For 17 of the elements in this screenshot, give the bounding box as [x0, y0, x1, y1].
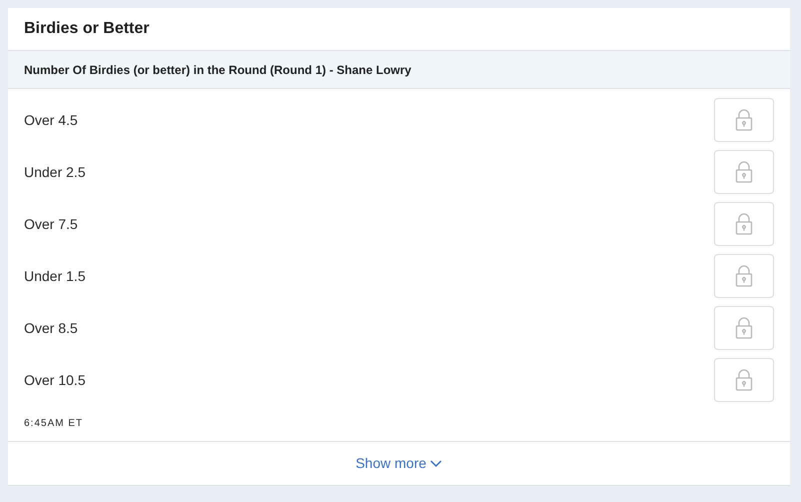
padlock-icon — [735, 265, 753, 287]
option-label: Under 1.5 — [24, 266, 86, 286]
start-time: 6:45AM ET — [24, 417, 84, 431]
card-title: Birdies or Better — [24, 19, 150, 39]
padlock-icon — [735, 213, 753, 235]
padlock-icon — [735, 369, 753, 391]
market-title: Number Of Birdies (or better) in the Round (Round 1) - Shane Lowry — [24, 62, 412, 78]
option-label: Over 10.5 — [24, 370, 86, 390]
option-label: Over 7.5 — [24, 214, 78, 234]
option-label: Over 4.5 — [24, 110, 78, 130]
chevron-down-icon — [430, 460, 442, 468]
option-label: Under 2.5 — [24, 162, 86, 182]
padlock-icon — [735, 161, 753, 183]
show-more-button[interactable]: Show more — [356, 453, 442, 474]
padlock-icon — [735, 109, 753, 131]
padlock-icon — [735, 317, 753, 339]
option-label: Over 8.5 — [24, 318, 78, 338]
